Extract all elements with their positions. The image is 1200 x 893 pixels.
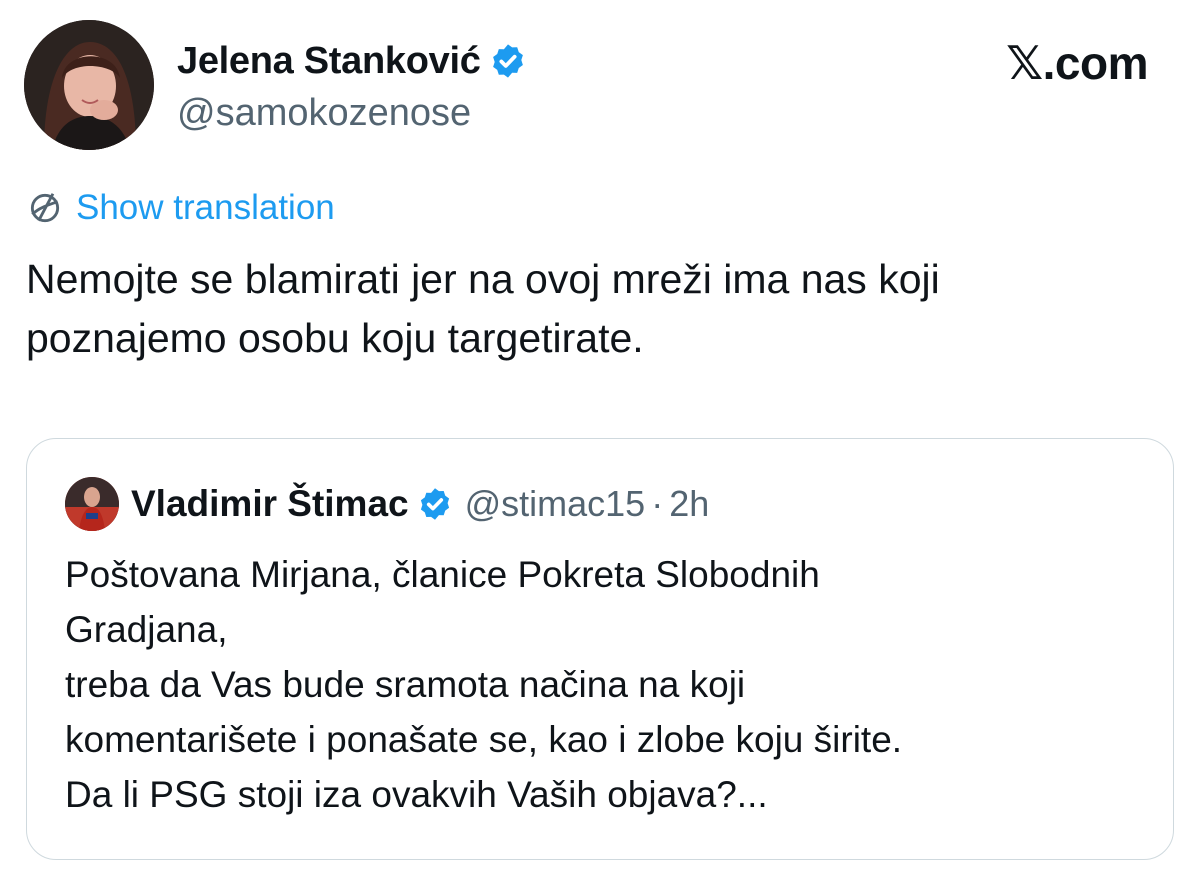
site-logo: 𝕏.com: [1006, 37, 1148, 89]
quoted-tweet-text: Poštovana Mirjana, članice Pokreta Slobo…: [65, 547, 1145, 822]
verified-badge-icon: [492, 44, 523, 78]
author-handle[interactable]: @samokozenose: [177, 92, 471, 135]
quoted-text-line: Da li PSG stoji iza ovakvih Vaših objava…: [65, 774, 768, 815]
author-avatar[interactable]: [24, 20, 154, 150]
quoted-tweet-card[interactable]: Vladimir Štimac @stimac15 · 2h Poštovana…: [26, 438, 1174, 860]
tweet-screenshot: Jelena Stanković @samokozenose 𝕏.com Sho…: [0, 0, 1200, 893]
tweet-text-line: Nemojte se blamirati jer na ovoj mreži i…: [26, 256, 940, 302]
translate-globe-icon: [30, 193, 60, 223]
quoted-tweet-timestamp[interactable]: 2h: [669, 483, 709, 525]
tweet-text: Nemojte se blamirati jer na ovoj mreži i…: [26, 250, 1166, 368]
show-translation-button[interactable]: Show translation: [26, 186, 335, 230]
quoted-text-line: Poštovana Mirjana, članice Pokreta Slobo…: [65, 554, 820, 595]
quoted-tweet-header: Vladimir Štimac @stimac15 · 2h: [131, 479, 709, 529]
person-avatar-icon: [24, 20, 154, 150]
quoted-text-line: komentarišete i ponašate se, kao i zlobe…: [65, 719, 903, 760]
quoted-author-avatar[interactable]: [65, 477, 119, 531]
quoted-text-line: Gradjana,: [65, 609, 228, 650]
tweet-text-line: poznajemo osobu koju targetirate.: [26, 315, 644, 361]
quoted-author-handle[interactable]: @stimac15: [465, 483, 646, 525]
dot-separator: ·: [651, 483, 664, 524]
show-translation-label[interactable]: Show translation: [76, 188, 335, 228]
quoted-text-line: treba da Vas bude sramota načina na koji: [65, 664, 746, 705]
author-name-row[interactable]: Jelena Stanković: [177, 38, 527, 84]
quoted-author-name[interactable]: Vladimir Štimac: [131, 483, 409, 525]
author-name[interactable]: Jelena Stanković: [177, 40, 481, 83]
verified-badge-icon: [420, 488, 449, 520]
person-avatar-icon: [65, 477, 119, 531]
